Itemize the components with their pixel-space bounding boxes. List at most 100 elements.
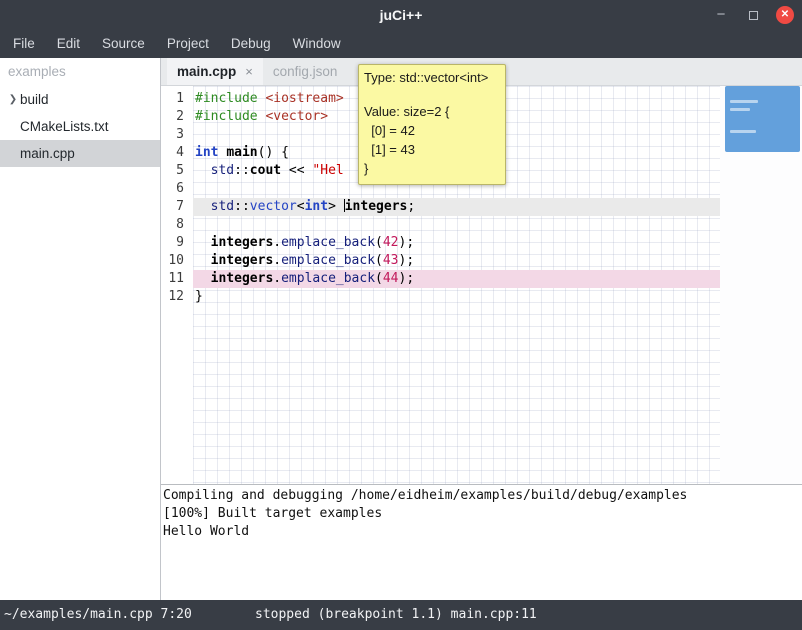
file-tree-panel: examples ❯ build CMakeLists.txt main.cpp	[0, 58, 160, 600]
tab-label: main.cpp	[177, 64, 236, 79]
debug-tooltip: Type: std::vector<int> Value: size=2 { […	[358, 64, 506, 185]
code-token: }	[195, 289, 203, 304]
tab-configjson[interactable]: config.json	[263, 58, 348, 85]
code-token: 43	[383, 253, 399, 268]
tree-item-label: CMakeLists.txt	[20, 113, 109, 140]
maximize-button[interactable]	[744, 6, 762, 24]
code-token: vector	[250, 199, 297, 214]
code-token: );	[399, 235, 415, 250]
code-token	[195, 163, 211, 178]
code-token: ;	[407, 199, 415, 214]
code-token: <	[297, 199, 305, 214]
code-token: emplace_back	[281, 271, 375, 286]
code-token: integers	[211, 271, 274, 286]
code-token: 42	[383, 235, 399, 250]
code-token: >	[328, 199, 344, 214]
tooltip-type-line: Type: std::vector<int>	[364, 68, 500, 87]
line-number[interactable]: 1	[161, 90, 193, 108]
status-bar: ~/examples/main.cpp 7:20 stopped (breakp…	[0, 600, 802, 630]
code-token: () {	[258, 145, 289, 160]
line-number[interactable]: 12	[161, 288, 193, 306]
code-token: <<	[281, 163, 312, 178]
code-line-9[interactable]: integers.emplace_back(42);	[193, 234, 720, 252]
maximize-icon	[749, 11, 758, 20]
code-token: ::	[234, 199, 250, 214]
project-folder-label: examples	[0, 58, 160, 86]
status-file-location: ~/examples/main.cpp 7:20	[4, 600, 192, 630]
code-token: #include	[195, 91, 258, 106]
code-token: );	[399, 253, 415, 268]
menu-source[interactable]: Source	[91, 30, 156, 58]
code-token: std	[211, 199, 234, 214]
line-number[interactable]: 10	[161, 252, 193, 270]
tree-item-maincpp[interactable]: main.cpp	[0, 140, 160, 167]
line-number[interactable]: 5	[161, 162, 193, 180]
output-line: Compiling and debugging /home/eidheim/ex…	[163, 487, 802, 505]
tooltip-value-line: [1] = 43	[364, 140, 500, 159]
application-window: juCi++ − ✕ File Edit Source Project Debu…	[0, 0, 802, 630]
code-token: <iostream>	[265, 91, 343, 106]
line-number[interactable]: 3	[161, 126, 193, 144]
minimap-viewport[interactable]	[725, 86, 800, 152]
status-debug-state: stopped (breakpoint 1.1) main.cpp:11	[255, 600, 537, 630]
line-number[interactable]: 8	[161, 216, 193, 234]
code-token: int	[195, 145, 218, 160]
minimize-button[interactable]: −	[712, 6, 730, 24]
code-token: #include	[195, 109, 258, 124]
minimap-text-mark	[730, 130, 756, 133]
output-console[interactable]: Compiling and debugging /home/eidheim/ex…	[161, 485, 802, 600]
code-token: .	[273, 235, 281, 250]
code-token: .	[273, 253, 281, 268]
code-token: integers	[345, 199, 408, 214]
code-token: .	[273, 271, 281, 286]
code-line-10[interactable]: integers.emplace_back(43);	[193, 252, 720, 270]
tab-maincpp[interactable]: main.cpp ×	[167, 58, 263, 85]
titlebar[interactable]: juCi++ − ✕	[0, 0, 802, 30]
tooltip-value-line: [0] = 42	[364, 121, 500, 140]
code-token: int	[305, 199, 328, 214]
window-controls: − ✕	[712, 0, 794, 30]
tooltip-value-line: Value: size=2 {	[364, 102, 500, 121]
menu-edit[interactable]: Edit	[46, 30, 91, 58]
code-token: (	[375, 235, 383, 250]
code-line-12[interactable]: }	[193, 288, 720, 306]
minimap[interactable]	[720, 86, 802, 485]
code-token: emplace_back	[281, 235, 375, 250]
line-number[interactable]: 6	[161, 180, 193, 198]
window-title: juCi++	[0, 0, 802, 30]
tooltip-value-block: Value: size=2 { [0] = 42 [1] = 43 }	[364, 102, 500, 178]
tree-item-label: build	[20, 86, 49, 113]
line-number[interactable]: 7	[161, 198, 193, 216]
code-token: cout	[250, 163, 281, 178]
code-line-7[interactable]: std::vector<int> integers;	[193, 198, 720, 216]
tree-item-label: main.cpp	[20, 140, 75, 167]
chevron-right-icon[interactable]: ❯	[6, 86, 20, 113]
code-token: main	[226, 145, 257, 160]
code-token	[195, 199, 211, 214]
code-token: emplace_back	[281, 253, 375, 268]
menu-window[interactable]: Window	[282, 30, 352, 58]
editor-gutter: 123456789101112	[161, 86, 193, 485]
tab-label: config.json	[273, 64, 338, 79]
code-token: 44	[383, 271, 399, 286]
tab-close-icon[interactable]: ×	[245, 64, 253, 79]
code-token	[195, 253, 211, 268]
close-button[interactable]: ✕	[776, 6, 794, 24]
code-line-8[interactable]	[193, 216, 720, 234]
menu-debug[interactable]: Debug	[220, 30, 282, 58]
line-number[interactable]: 2	[161, 108, 193, 126]
line-number[interactable]: 11	[161, 270, 193, 288]
close-icon: ✕	[781, 6, 789, 24]
code-token: std	[211, 163, 234, 178]
code-token: (	[375, 271, 383, 286]
minimap-text-mark	[730, 100, 758, 103]
menu-project[interactable]: Project	[156, 30, 220, 58]
menu-file[interactable]: File	[2, 30, 46, 58]
line-number[interactable]: 9	[161, 234, 193, 252]
line-number[interactable]: 4	[161, 144, 193, 162]
tree-item-cmakelists[interactable]: CMakeLists.txt	[0, 113, 160, 140]
code-token: );	[399, 271, 415, 286]
code-line-11[interactable]: integers.emplace_back(44);	[193, 270, 720, 288]
tree-item-build[interactable]: ❯ build	[0, 86, 160, 113]
menubar: File Edit Source Project Debug Window	[0, 30, 802, 58]
